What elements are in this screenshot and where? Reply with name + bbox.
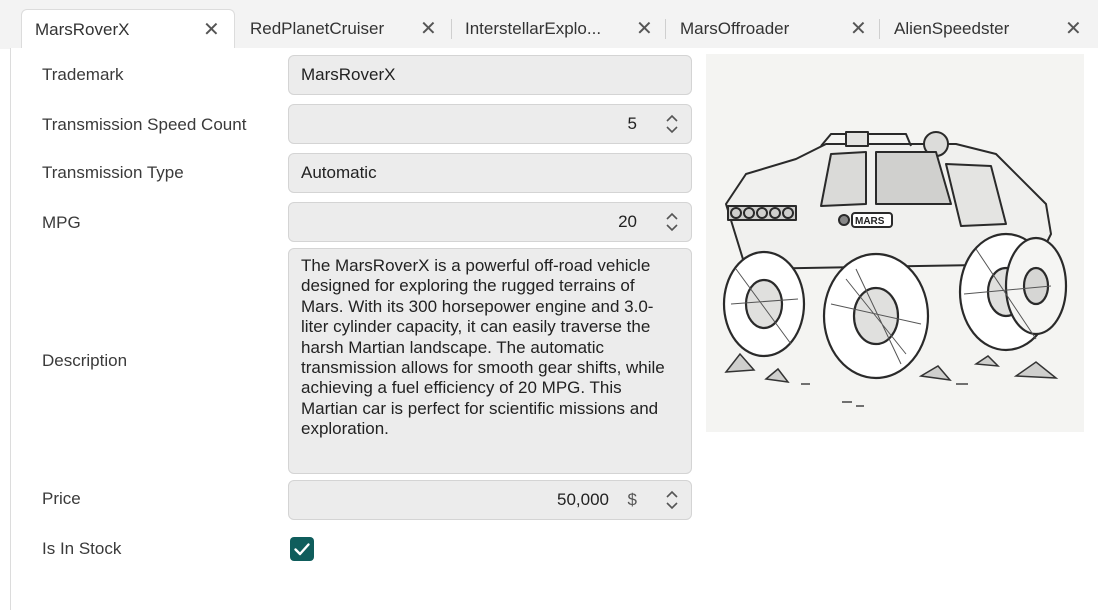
transmission-type-value: Automatic [301, 163, 377, 182]
close-icon[interactable]: ✕ [850, 19, 867, 39]
spinner-icon[interactable] [665, 211, 679, 233]
description-textarea[interactable]: The MarsRoverX is a powerful off-road ve… [288, 248, 692, 474]
price-stepper[interactable]: 50,000 $ [288, 480, 692, 520]
close-icon[interactable]: ✕ [420, 19, 437, 39]
mpg-label: MPG [42, 213, 81, 232]
tab-marsroverx[interactable]: MarsRoverX ✕ [21, 9, 235, 50]
mars-rover-illustration: MARS [722, 131, 1068, 407]
description-label: Description [42, 351, 128, 370]
is-in-stock-checkbox[interactable] [290, 537, 314, 561]
spinner-icon[interactable] [665, 113, 679, 135]
transmission-type-input[interactable]: Automatic [288, 153, 692, 193]
mpg-value: 20 [618, 212, 637, 231]
tab-label: InterstellarExplo... [465, 19, 602, 38]
spinner-icon[interactable] [665, 489, 679, 511]
tab-label: AlienSpeedster [894, 19, 1010, 38]
trademark-input[interactable]: MarsRoverX [288, 55, 692, 95]
transmission-type-label: Transmission Type [42, 163, 184, 182]
close-icon[interactable]: ✕ [203, 20, 220, 40]
transmission-speed-count-value: 5 [627, 114, 637, 133]
close-icon[interactable]: ✕ [1065, 19, 1082, 39]
tab-label: MarsRoverX [35, 20, 130, 39]
vehicle-image: MARS [706, 54, 1084, 432]
checkmark-icon [294, 543, 310, 556]
tab-redplanetcruiser[interactable]: RedPlanetCruiser ✕ [235, 9, 453, 49]
tab-strip: MarsRoverX ✕ RedPlanetCruiser ✕ Interste… [0, 0, 1098, 50]
tab-label: MarsOffroader [680, 19, 790, 38]
price-unit: $ [627, 490, 637, 509]
trademark-value: MarsRoverX [301, 65, 396, 84]
price-label: Price [42, 489, 81, 508]
tab-alienspeedster[interactable]: AlienSpeedster ✕ [880, 9, 1094, 49]
vehicle-badge-text: MARS [855, 216, 885, 227]
tab-label: RedPlanetCruiser [250, 19, 385, 38]
is-in-stock-label: Is In Stock [42, 539, 122, 558]
trademark-label: Trademark [42, 65, 124, 84]
close-icon[interactable]: ✕ [636, 19, 653, 39]
tab-marsoffroader[interactable]: MarsOffroader ✕ [666, 9, 880, 49]
mpg-stepper[interactable]: 20 [288, 202, 692, 242]
transmission-speed-count-label: Transmission Speed Count [42, 115, 247, 134]
tab-interstellarexplorer[interactable]: InterstellarExplo... ✕ [452, 9, 666, 49]
transmission-speed-count-stepper[interactable]: 5 [288, 104, 692, 144]
price-value: 50,000 [557, 490, 609, 509]
